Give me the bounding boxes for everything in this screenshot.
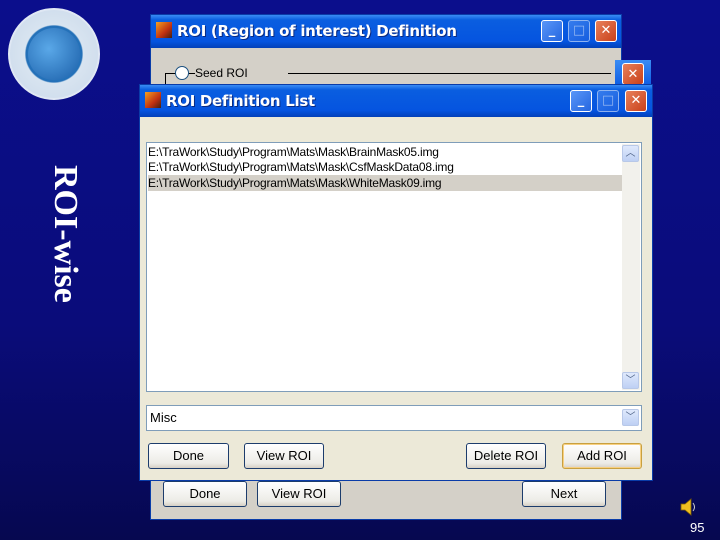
matlab-icon xyxy=(156,22,172,38)
slide-title: ROI-wise xyxy=(47,165,84,303)
minimize-button[interactable]: _ xyxy=(570,90,592,112)
maximize-button[interactable]: □ xyxy=(568,20,590,42)
list-item[interactable]: E:\TraWork\Study\Program\Mats\Mask\Brain… xyxy=(148,144,622,160)
roi-listbox[interactable]: E:\TraWork\Study\Program\Mats\Mask\Brain… xyxy=(146,142,642,392)
add-roi-button[interactable]: Add ROI xyxy=(562,443,642,469)
seed-roi-radio[interactable] xyxy=(175,66,189,80)
chevron-down-icon[interactable]: ﹀ xyxy=(622,409,639,426)
title-bar: ROI Definition List _ □ ✕ xyxy=(140,85,652,117)
done-button[interactable]: Done xyxy=(163,481,247,507)
view-roi-button[interactable]: View ROI xyxy=(244,443,324,469)
scroll-up-icon[interactable]: ︿ xyxy=(622,145,639,162)
category-popup[interactable]: Misc ﹀ xyxy=(146,405,642,431)
delete-roi-button[interactable]: Delete ROI xyxy=(466,443,546,469)
roi-definition-list-window: ROI Definition List _ □ ✕ E:\TraWork\Stu… xyxy=(139,84,653,481)
page-number: 95 xyxy=(690,520,705,535)
window-title: ROI (Region of interest) Definition xyxy=(177,22,457,40)
scroll-down-icon[interactable]: ﹀ xyxy=(622,372,639,389)
scrollbar[interactable]: ︿ ﹀ xyxy=(622,144,640,390)
popup-value: Misc xyxy=(150,410,177,425)
list-item-selected[interactable]: E:\TraWork\Study\Program\Mats\Mask\White… xyxy=(148,175,622,191)
lab-logo xyxy=(8,8,100,100)
maximize-button[interactable]: □ xyxy=(597,90,619,112)
speaker-icon[interactable] xyxy=(680,497,698,517)
list-item[interactable]: E:\TraWork\Study\Program\Mats\Mask\CsfMa… xyxy=(148,159,622,175)
close-button[interactable]: ✕ xyxy=(595,20,617,42)
minimize-button[interactable]: _ xyxy=(541,20,563,42)
title-bar: ROI (Region of interest) Definition _ □ … xyxy=(151,15,621,48)
window-title: ROI Definition List xyxy=(166,92,315,110)
matlab-icon xyxy=(145,92,161,108)
close-button[interactable]: ✕ xyxy=(622,63,644,85)
close-button[interactable]: ✕ xyxy=(625,90,647,112)
view-roi-button[interactable]: View ROI xyxy=(257,481,341,507)
done-button[interactable]: Done xyxy=(148,443,229,469)
next-button[interactable]: Next xyxy=(522,481,606,507)
seed-roi-label: Seed ROI xyxy=(195,66,288,80)
